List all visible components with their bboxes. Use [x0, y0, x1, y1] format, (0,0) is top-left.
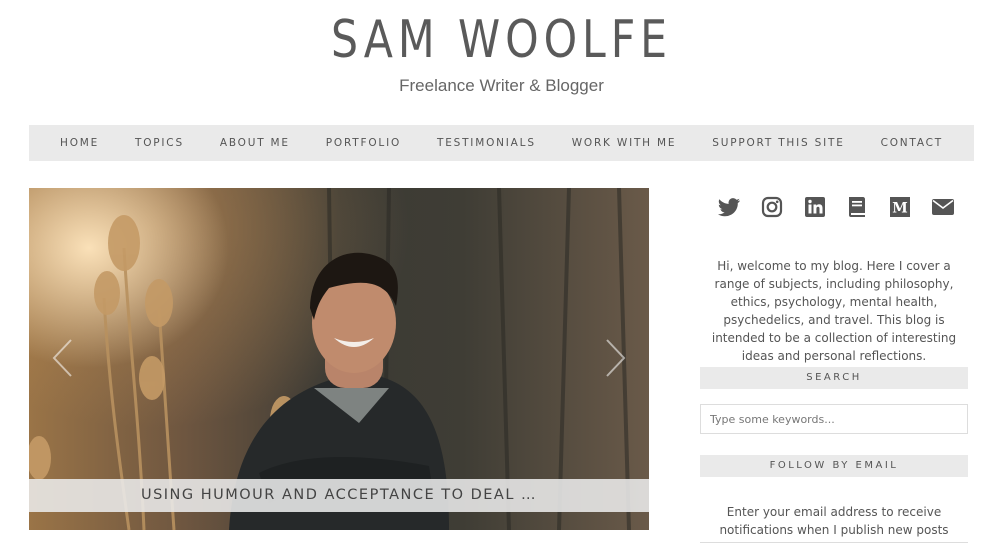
envelope-icon[interactable] — [930, 194, 956, 220]
follow-widget-title: FOLLOW BY EMAIL — [700, 455, 968, 477]
chevron-right-icon[interactable] — [605, 338, 627, 378]
email-field[interactable] — [700, 542, 968, 547]
nav-item-portfolio[interactable]: PORTFOLIO — [326, 137, 401, 149]
site-title[interactable]: SAM WOOLFE — [90, 8, 912, 72]
svg-text:M: M — [892, 201, 908, 217]
nav-item-about-me[interactable]: ABOUT ME — [220, 137, 290, 149]
book-icon[interactable] — [844, 194, 870, 220]
about-text: Hi, welcome to my blog. Here I cover a r… — [711, 259, 957, 363]
nav-item-testimonials[interactable]: TESTIMONIALS — [437, 137, 536, 149]
search-widget-title: SEARCH — [700, 367, 968, 389]
site-tagline: Freelance Writer & Blogger — [399, 76, 604, 95]
nav-item-support-this-site[interactable]: SUPPORT THIS SITE — [712, 137, 844, 149]
nav-item-contact[interactable]: CONTACT — [881, 137, 943, 149]
featured-slider[interactable]: USING HUMOUR AND ACCEPTANCE TO DEAL … — [29, 188, 649, 530]
search-input[interactable] — [700, 404, 968, 434]
nav-item-home[interactable]: HOME — [60, 137, 99, 149]
follow-text: Enter your email address to receive noti… — [719, 505, 949, 537]
twitter-icon[interactable] — [716, 194, 742, 220]
medium-icon[interactable]: M — [887, 194, 913, 220]
linkedin-icon[interactable] — [802, 194, 828, 220]
nav-item-topics[interactable]: TOPICS — [135, 137, 184, 149]
main-nav: HOME TOPICS ABOUT ME PORTFOLIO TESTIMONI… — [29, 125, 974, 161]
nav-item-work-with-me[interactable]: WORK WITH ME — [572, 137, 677, 149]
slider-caption[interactable]: USING HUMOUR AND ACCEPTANCE TO DEAL … — [29, 479, 649, 512]
social-icons: M — [716, 194, 956, 220]
chevron-left-icon[interactable] — [51, 338, 73, 378]
instagram-icon[interactable] — [759, 194, 785, 220]
